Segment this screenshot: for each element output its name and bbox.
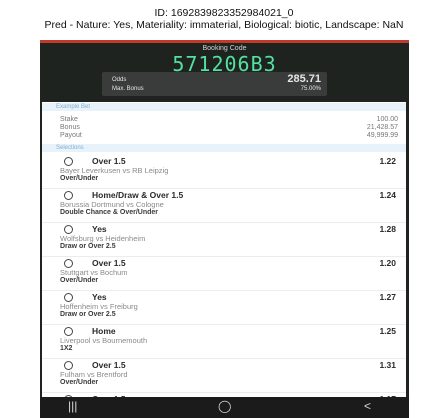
selection-market: Draw or Over 2.5 (60, 311, 116, 318)
eye-icon[interactable] (64, 259, 73, 268)
selection-pick: Over 1.5 (92, 258, 126, 268)
selection-market: Over/Under (60, 175, 99, 182)
caption-prediction: Pred - Nature: Yes, Materiality: immater… (44, 19, 404, 31)
selection-match: Bayer Leverkusen vs RB Leipzig (60, 166, 169, 175)
eye-icon[interactable] (64, 293, 73, 302)
selection-item[interactable]: Over 1.5 1.20 Stuttgart vs Bochum Over/U… (42, 256, 406, 291)
selection-item[interactable]: Yes 1.27 Hoffenheim vs Freiburg Draw or … (42, 290, 406, 325)
selection-match: Stuttgart vs Bochum (60, 268, 128, 277)
selection-market: Over/Under (60, 379, 99, 386)
selection-match: Fulham vs Brentford (60, 370, 128, 379)
selection-item[interactable]: Home/Draw & Over 1.5 1.24 Borussia Dortm… (42, 188, 406, 223)
caption-id: ID: 1692839823352984021_0 (154, 7, 294, 19)
booking-code-label: Booking Code (202, 45, 247, 52)
example-bet-header: Example Bet (42, 103, 406, 111)
eye-icon[interactable] (64, 225, 73, 234)
recent-apps-icon[interactable]: ||| (68, 399, 77, 413)
selection-market: Double Chance & Over/Under (60, 209, 159, 216)
selection-match: Liverpool vs Bournemouth (60, 336, 148, 345)
payout-label: Payout (60, 132, 82, 139)
selection-item[interactable]: Yes 1.28 Wolfsburg vs Heidenheim Draw or… (42, 222, 406, 257)
selection-odds: 1.20 (379, 258, 396, 268)
status-strip (40, 40, 409, 43)
odds-value: 285.71 (287, 73, 321, 85)
selection-item[interactable]: Home 1.25 Liverpool vs Bournemouth 1X2 (42, 324, 406, 359)
eye-icon[interactable] (64, 157, 73, 166)
selection-odds: 1.28 (379, 224, 396, 234)
selections-header: Selections (42, 144, 406, 152)
phone-screen: Booking Code 571206B3 Odds 285.71 Max. B… (40, 40, 409, 418)
selection-pick: Home/Draw & Over 1.5 (92, 190, 184, 200)
selection-odds: 1.22 (379, 156, 396, 166)
bonus-label: Bonus (60, 124, 80, 131)
selection-market: Draw or Over 2.5 (60, 243, 116, 250)
selection-pick: Over 1.5 (92, 156, 126, 166)
selection-odds: 1.31 (379, 360, 396, 370)
selection-item[interactable]: Over 1.5 1.22 Bayer Leverkusen vs RB Lei… (42, 154, 406, 189)
image-caption: ID: 1692839823352984021_0 Pred - Nature:… (0, 7, 448, 31)
selection-market: Over/Under (60, 277, 99, 284)
selection-match: Borussia Dortmund vs Cologne (60, 200, 164, 209)
eye-icon[interactable] (64, 191, 73, 200)
max-bonus-label: Max. Bonus (112, 86, 144, 92)
selection-match: Wolfsburg vs Heidenheim (60, 234, 146, 243)
selection-item[interactable]: Over 1.5 1.31 Fulham vs Brentford Over/U… (42, 358, 406, 393)
eye-icon[interactable] (64, 361, 73, 370)
selection-pick: Yes (92, 224, 107, 234)
selection-pick: Yes (92, 292, 107, 302)
bet-details-card: Example Bet Stake 100.00 Bonus 21,428.57… (42, 102, 406, 418)
back-icon[interactable]: < (364, 399, 371, 413)
selection-pick: Home (92, 326, 116, 336)
selection-odds: 1.24 (379, 190, 396, 200)
max-bonus-value: 75.00% (300, 86, 321, 92)
android-nav-bar: ||| ◯ < (40, 397, 409, 418)
selection-pick: Over 1.5 (92, 360, 126, 370)
payout-row: Payout 49,999.99 (60, 132, 398, 140)
odds-label: Odds (112, 77, 127, 83)
eye-icon[interactable] (64, 327, 73, 336)
bonus-value: 21,428.57 (366, 124, 398, 131)
selection-odds: 1.25 (379, 326, 396, 336)
home-icon[interactable]: ◯ (218, 399, 231, 413)
payout-value: 49,999.99 (366, 132, 398, 139)
odds-summary: Odds 285.71 Max. Bonus 75.00% (102, 72, 327, 96)
bonus-row: Bonus 21,428.57 (60, 124, 398, 132)
stake-value: 100.00 (376, 116, 398, 123)
stake-label: Stake (60, 116, 78, 123)
selection-market: 1X2 (60, 345, 73, 352)
stake-row: Stake 100.00 (60, 116, 398, 124)
selection-match: Hoffenheim vs Freiburg (60, 302, 138, 311)
selection-odds: 1.27 (379, 292, 396, 302)
